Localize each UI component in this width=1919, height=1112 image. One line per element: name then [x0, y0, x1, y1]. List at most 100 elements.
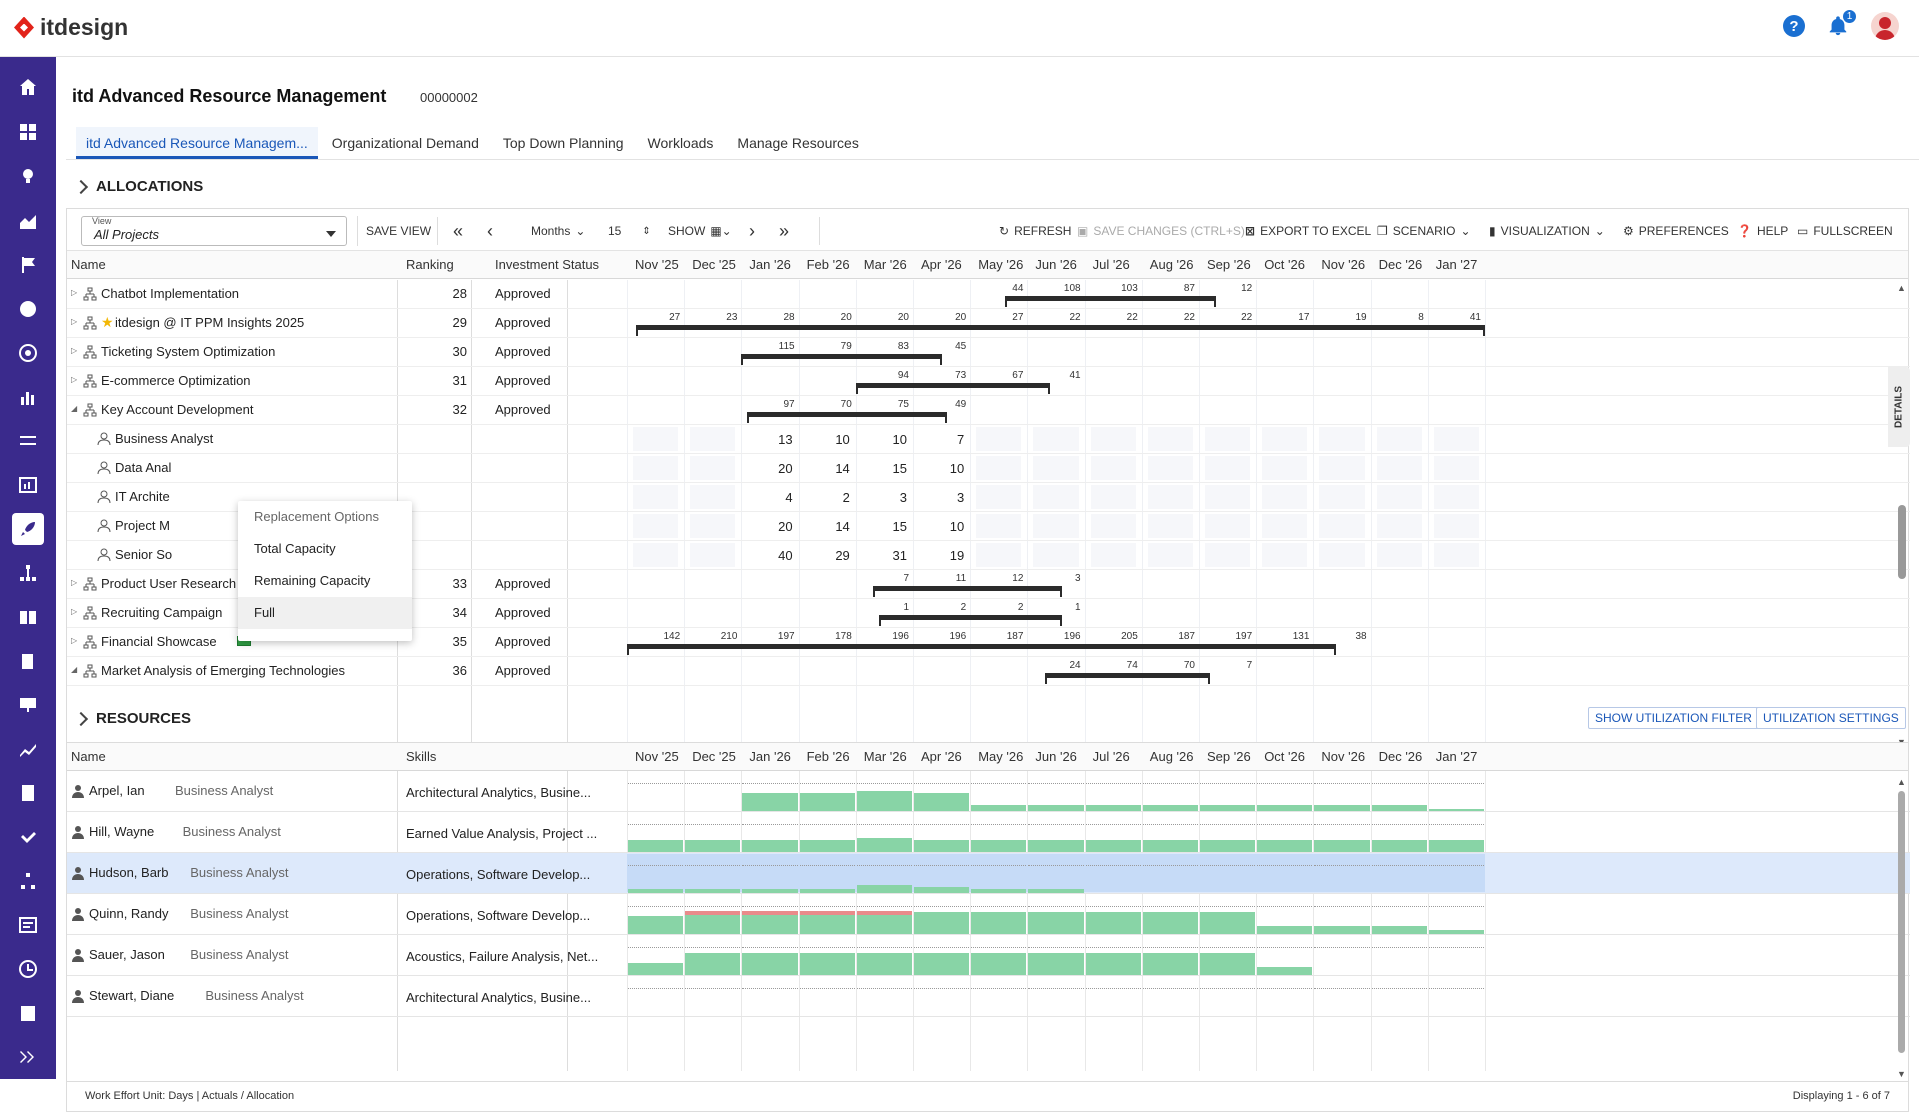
utilization-bar[interactable] [1428, 930, 1484, 934]
utilization-bar[interactable] [1257, 805, 1313, 811]
save-changes-button[interactable]: ▣ SAVE CHANGES (CTRL+S) [1077, 216, 1245, 246]
role-allocation-value[interactable]: 13 [753, 432, 792, 447]
utilization-bar[interactable] [1085, 912, 1141, 934]
role-allocation-value[interactable]: 3 [867, 490, 907, 505]
role-allocation-value[interactable]: 3 [924, 490, 964, 505]
utilization-bar[interactable] [742, 912, 798, 934]
project-row[interactable]: ◢ Key Account Development 32 Approved [67, 396, 1910, 425]
list-icon[interactable] [12, 909, 44, 941]
allocations-section-header[interactable]: ALLOCATIONS [73, 178, 203, 195]
allocation-bar[interactable] [627, 644, 1337, 655]
utilization-bar[interactable] [1371, 926, 1427, 934]
expand-icon[interactable]: ▷ [71, 317, 77, 326]
bar-chart-icon[interactable] [12, 381, 44, 413]
report-icon[interactable] [12, 469, 44, 501]
utilization-bar[interactable] [914, 793, 970, 811]
notifications-bell-icon[interactable]: 1 [1827, 9, 1857, 37]
role-name[interactable]: Data Anal [115, 460, 171, 475]
utilization-bar[interactable] [1028, 805, 1084, 811]
utilization-bar[interactable] [799, 840, 855, 852]
rocket-icon[interactable] [12, 513, 44, 545]
utilization-bar[interactable] [1085, 840, 1141, 852]
role-allocation-value[interactable]: 10 [924, 519, 964, 534]
column-header-ranking[interactable]: Ranking [406, 257, 454, 272]
view-select[interactable]: View All Projects [81, 216, 347, 246]
column-header-name[interactable]: Name [71, 257, 106, 272]
overallocation-bar[interactable] [799, 911, 855, 915]
utilization-bar[interactable] [1085, 953, 1141, 975]
utilization-bar[interactable] [856, 912, 912, 934]
utilization-bar[interactable] [685, 953, 741, 975]
clipboard-edit-icon[interactable] [12, 645, 44, 677]
resource-row[interactable]: Hudson, Barb Business Analyst Operations, … [67, 853, 1910, 894]
save-view-button[interactable]: SAVE VIEW [357, 216, 431, 246]
tab-advanced-resource-management[interactable]: itd Advanced Resource Managem... [76, 127, 318, 159]
tab-workloads[interactable]: Workloads [638, 127, 724, 159]
resource-name[interactable]: Stewart, Diane [89, 988, 174, 1003]
expand-icon[interactable]: ▷ [71, 346, 77, 355]
project-name[interactable]: Financial Showcase [101, 634, 217, 649]
app-logo[interactable]: itdesign [14, 14, 128, 41]
export-to-excel-button[interactable]: ⊠ EXPORT TO EXCEL [1245, 216, 1371, 246]
project-name[interactable]: Chatbot Implementation [101, 286, 239, 301]
period-select[interactable]: Months ⌄ [531, 216, 585, 246]
line-chart-icon[interactable] [12, 733, 44, 765]
utilization-bar[interactable] [1142, 805, 1198, 811]
document-icon[interactable] [12, 777, 44, 809]
help-button[interactable]: ❓ HELP [1737, 216, 1788, 246]
utilization-bar[interactable] [971, 889, 1027, 893]
resource-row[interactable]: Hill, Wayne Business Analyst Earned Value … [67, 812, 1910, 853]
role-allocation-value[interactable]: 4 [753, 490, 792, 505]
utilization-bar[interactable] [856, 791, 912, 811]
utilization-bar[interactable] [799, 889, 855, 893]
preferences-button[interactable]: ⚙ PREFERENCES [1623, 216, 1729, 246]
utilization-bar[interactable] [1200, 805, 1256, 811]
utilization-bar[interactable] [685, 912, 741, 934]
show-utilization-filter-button[interactable]: SHOW UTILIZATION FILTER [1588, 707, 1759, 729]
role-allocation-value[interactable]: 20 [753, 461, 792, 476]
role-allocation-value[interactable]: 19 [924, 548, 964, 563]
utilization-bar[interactable] [628, 916, 684, 934]
area-chart-icon[interactable] [12, 205, 44, 237]
role-allocation-value[interactable]: 7 [924, 432, 964, 447]
utilization-bar[interactable] [1142, 953, 1198, 975]
expand-icon[interactable]: ▷ [71, 607, 77, 616]
role-allocation-value[interactable]: 40 [753, 548, 792, 563]
column-header-name[interactable]: Name [71, 749, 106, 764]
role-allocation-value[interactable]: 15 [867, 519, 907, 534]
tab-organizational-demand[interactable]: Organizational Demand [322, 127, 489, 159]
dashboard-icon[interactable] [12, 116, 44, 148]
resource-name[interactable]: Hudson, Barb [89, 865, 169, 880]
column-header-investment-status[interactable]: Investment Status [495, 257, 599, 272]
utilization-bar[interactable] [1142, 840, 1198, 852]
role-name[interactable]: Business Analyst [115, 431, 213, 446]
allocation-bar[interactable] [1044, 673, 1211, 684]
utilization-bar[interactable] [685, 840, 741, 852]
utilization-bar[interactable] [1200, 912, 1256, 934]
utilization-bar[interactable] [1257, 926, 1313, 934]
project-name[interactable]: E-commerce Optimization [101, 373, 251, 388]
role-name[interactable]: IT Archite [115, 489, 170, 504]
resource-row[interactable]: Stewart, Diane Business Analyst Architectu… [67, 976, 1910, 1017]
allocation-bar[interactable] [872, 586, 1062, 597]
role-allocation-value[interactable]: 15 [867, 461, 907, 476]
column-header-skills[interactable]: Skills [406, 749, 436, 764]
collapse-icon[interactable]: ◢ [71, 665, 77, 674]
allocation-bar[interactable] [741, 354, 942, 365]
allocation-bar[interactable] [855, 383, 1051, 394]
allocation-bar[interactable] [1004, 296, 1217, 307]
utilization-bar[interactable] [856, 885, 912, 893]
expand-icon[interactable]: ▷ [71, 578, 77, 587]
utilization-bar[interactable] [971, 912, 1027, 934]
utilization-bar[interactable] [856, 953, 912, 975]
utilization-bar[interactable] [1028, 912, 1084, 934]
utilization-bar[interactable] [1200, 840, 1256, 852]
user-avatar[interactable] [1871, 12, 1899, 40]
allocation-bar[interactable] [635, 325, 1486, 336]
resource-name[interactable]: Quinn, Randy [89, 906, 169, 921]
transfer-icon[interactable] [12, 425, 44, 457]
refresh-button[interactable]: ↻ REFRESH [999, 216, 1071, 246]
visualization-button[interactable]: ▮ VISUALIZATION ⌄ [1489, 216, 1605, 246]
utilization-bar[interactable] [742, 953, 798, 975]
utilization-bar[interactable] [914, 840, 970, 852]
